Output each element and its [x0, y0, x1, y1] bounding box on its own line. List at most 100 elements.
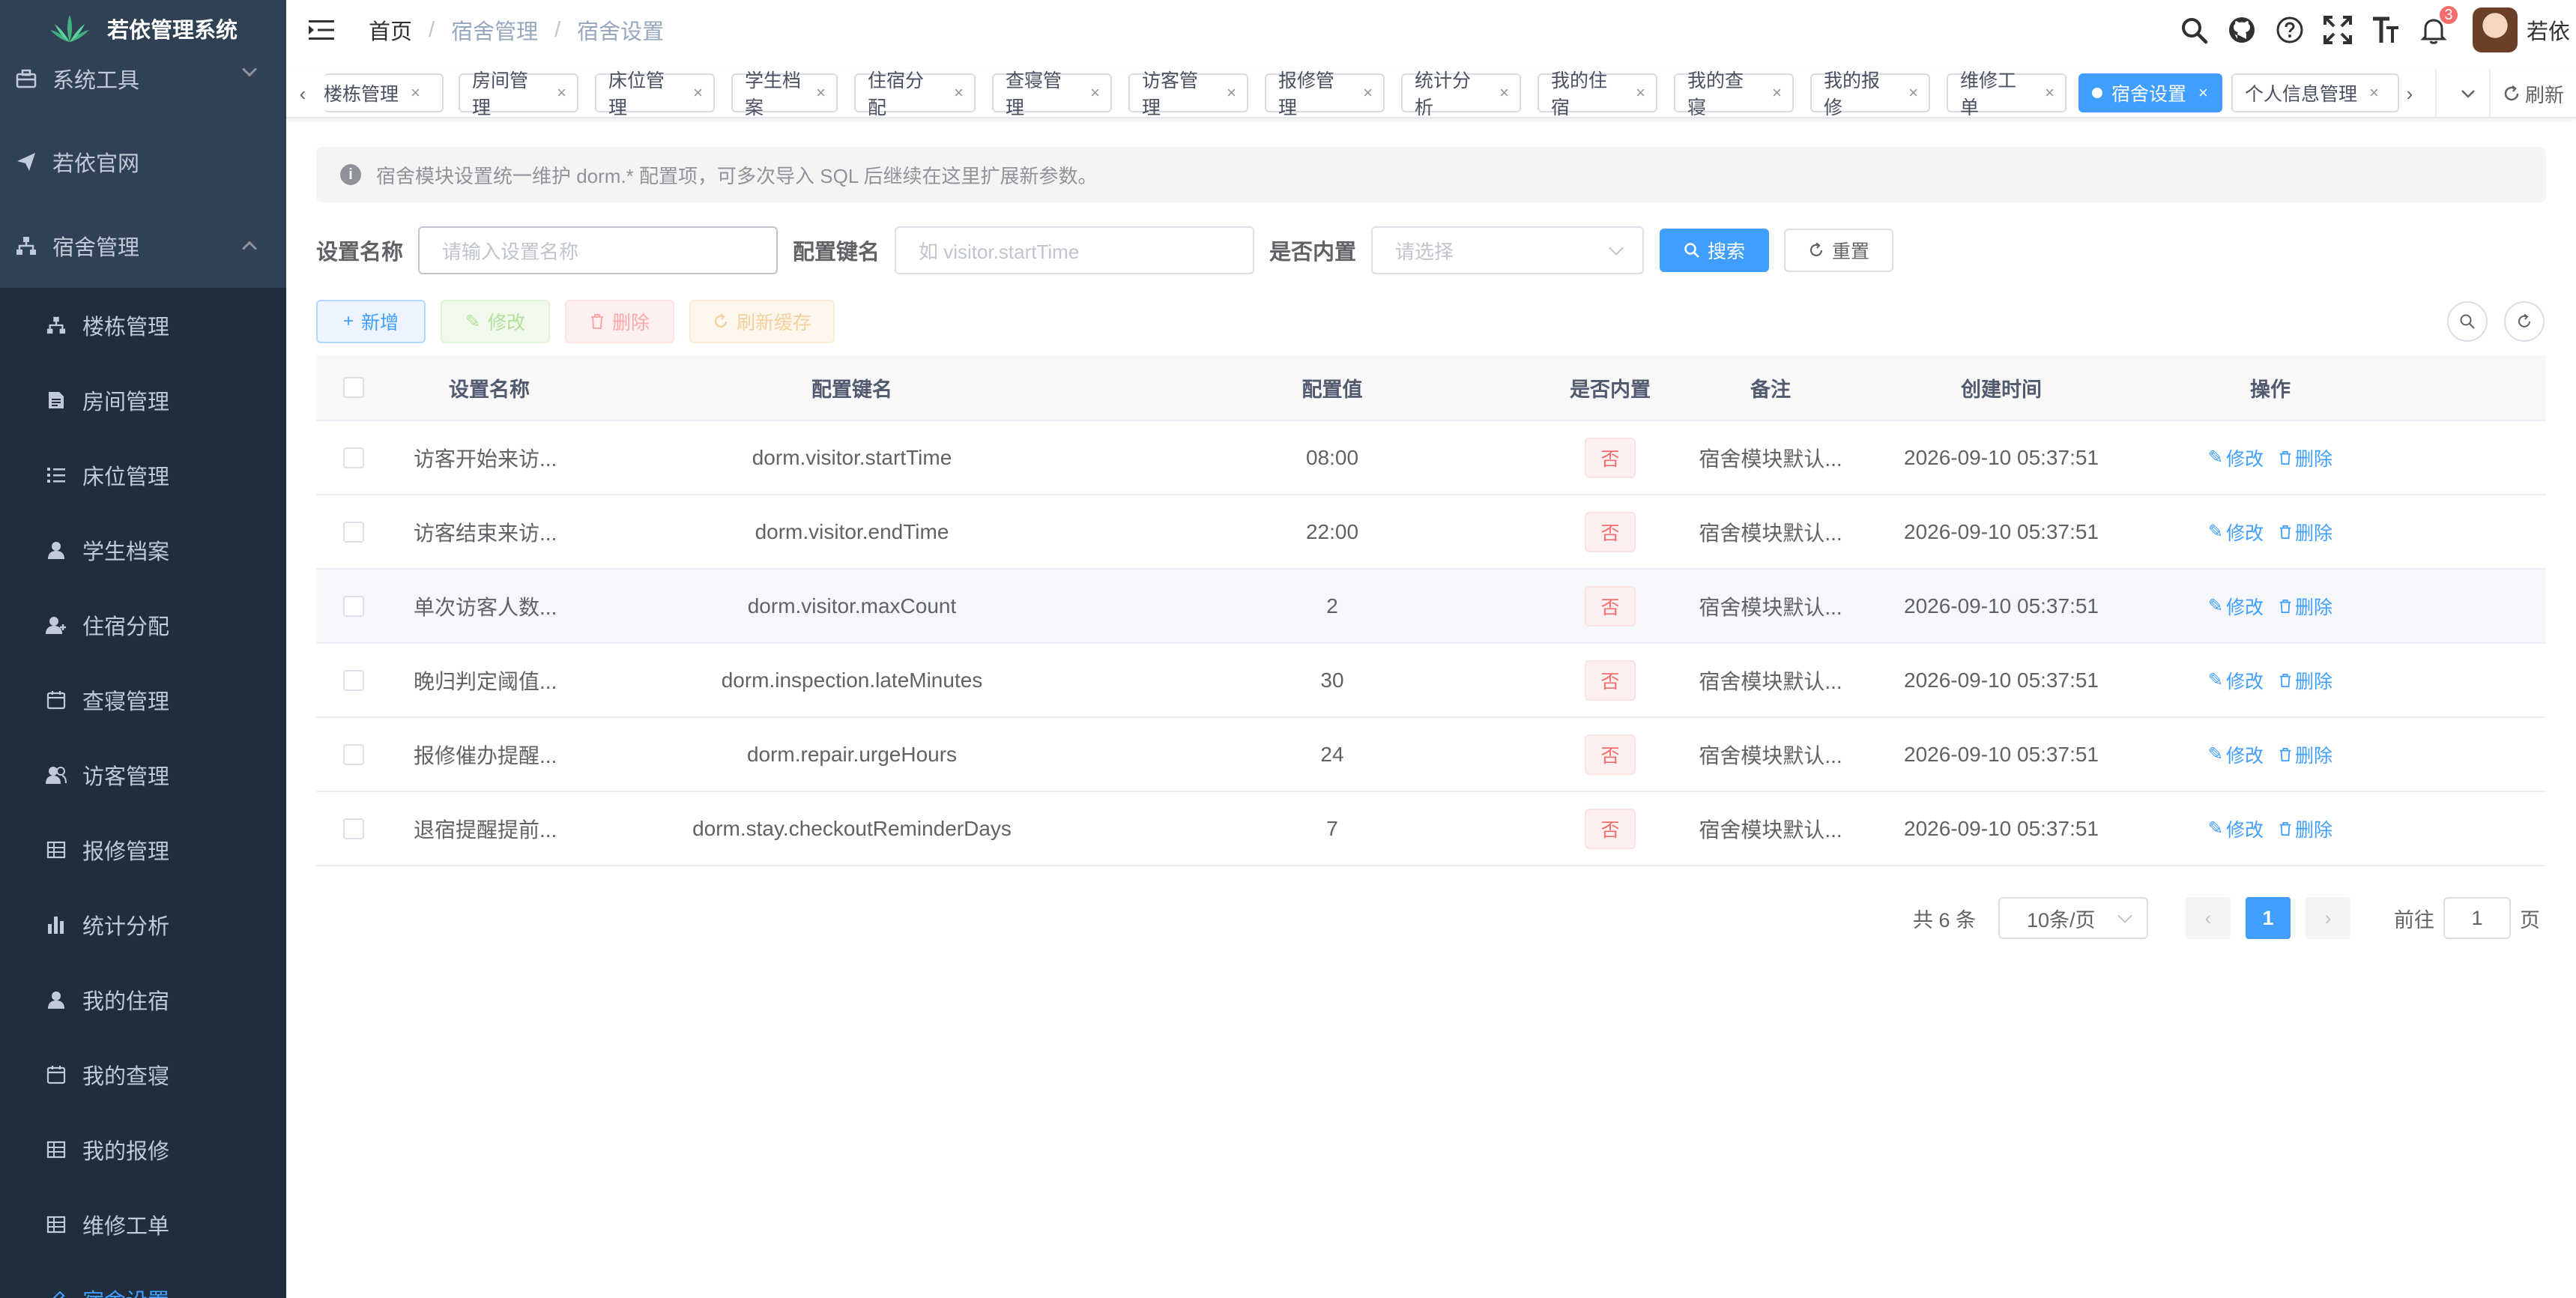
refresh-cache-button[interactable]: 刷新缓存 [689, 300, 835, 343]
sidebar-item-my-repair[interactable]: 我的报修 [0, 1112, 286, 1187]
fullscreen-icon[interactable] [2323, 15, 2353, 45]
row-checkbox[interactable] [343, 743, 364, 765]
sidebar-item-room[interactable]: 房间管理 [0, 363, 286, 438]
row-select-cell[interactable] [316, 421, 391, 494]
sidebar-item-work-order[interactable]: 维修工单 [0, 1187, 286, 1262]
sidebar-item-building[interactable]: 楼栋管理 [0, 288, 286, 363]
search-button[interactable]: 搜索 [1660, 229, 1769, 272]
close-icon[interactable]: × [557, 83, 566, 103]
tag-1[interactable]: 楼栋管理 × [324, 73, 444, 112]
row-edit-button[interactable]: ✎ 修改 [2208, 741, 2264, 768]
refresh-table-button[interactable] [2504, 301, 2545, 342]
avatar[interactable] [2472, 7, 2518, 52]
edit-button[interactable]: ✎ 修改 [441, 300, 550, 343]
github-icon[interactable] [2227, 15, 2257, 45]
tags-scroll-left-icon[interactable]: ‹ [288, 73, 318, 114]
select-all-checkbox[interactable] [343, 377, 364, 398]
close-icon[interactable]: × [1090, 83, 1100, 103]
tag-4[interactable]: 学生档案 × [731, 70, 838, 118]
add-button[interactable]: + 新增 [316, 300, 426, 343]
row-checkbox[interactable] [343, 818, 364, 839]
row-checkbox[interactable] [343, 521, 364, 543]
row-select-cell[interactable] [316, 792, 391, 865]
close-icon[interactable]: × [1227, 83, 1236, 103]
tags-scroll-right-icon[interactable]: › [2395, 73, 2425, 114]
row-select-cell[interactable] [316, 495, 391, 568]
bell-icon[interactable]: 3 [2419, 4, 2459, 45]
sidebar-item-student[interactable]: 学生档案 [0, 513, 286, 588]
row-edit-button[interactable]: ✎ 修改 [2208, 519, 2264, 546]
tag-14[interactable]: 宿舍设置 × [2078, 73, 2222, 112]
row-delete-button[interactable]: 删除 [2279, 519, 2332, 546]
sidebar-item-inspection[interactable]: 查寝管理 [0, 662, 286, 737]
close-icon[interactable]: × [1908, 83, 1918, 103]
reset-button[interactable]: 重置 [1784, 229, 1893, 272]
row-select-cell[interactable] [316, 570, 391, 642]
close-icon[interactable]: × [1772, 83, 1782, 103]
page-number[interactable]: 1 [2246, 897, 2291, 939]
row-edit-button[interactable]: ✎ 修改 [2208, 593, 2264, 620]
tag-9[interactable]: 统计分析 × [1401, 70, 1521, 118]
page-size-select[interactable]: 10条/页 [1998, 897, 2148, 939]
prev-page-button[interactable]: ‹ [2186, 897, 2231, 939]
tag-6[interactable]: 查寝管理 × [992, 70, 1112, 118]
tag-13[interactable]: 维修工单 × [1947, 70, 2066, 118]
config-key-input[interactable]: 如 visitor.startTime [895, 226, 1254, 274]
row-edit-button[interactable]: ✎ 修改 [2208, 444, 2264, 471]
sidebar-item-my-stay[interactable]: 我的住宿 [0, 962, 286, 1037]
tags-dropdown-icon[interactable] [2453, 73, 2483, 114]
row-delete-button[interactable]: 删除 [2279, 444, 2332, 471]
search-icon[interactable] [2179, 15, 2209, 45]
user-name[interactable]: 若依 [2527, 14, 2570, 46]
header-select-all[interactable] [316, 355, 391, 420]
builtin-select[interactable]: 请选择 [1371, 226, 1644, 274]
close-icon[interactable]: × [1636, 83, 1645, 103]
row-delete-button[interactable]: 删除 [2279, 593, 2332, 620]
tag-15[interactable]: 个人信息管理 × [2231, 73, 2399, 112]
close-icon[interactable]: × [816, 83, 826, 103]
close-icon[interactable]: × [2045, 83, 2055, 103]
sidebar-item-my-inspection[interactable]: 我的查寝 [0, 1037, 286, 1112]
tag-2[interactable]: 房间管理 × [459, 70, 578, 118]
sidebar-item-visitor[interactable]: 访客管理 [0, 737, 286, 812]
row-edit-button[interactable]: ✎ 修改 [2208, 815, 2264, 842]
close-icon[interactable]: × [1499, 83, 1509, 103]
tag-8[interactable]: 报修管理 × [1265, 70, 1385, 118]
breadcrumb-home[interactable]: 首页 [369, 14, 412, 46]
next-page-button[interactable]: › [2306, 897, 2350, 939]
close-icon[interactable]: × [2198, 83, 2208, 103]
close-icon[interactable]: × [2369, 83, 2379, 103]
delete-button[interactable]: 删除 [565, 300, 674, 343]
goto-page-input[interactable]: 1 [2443, 897, 2511, 939]
tag-7[interactable]: 访客管理 × [1128, 70, 1248, 118]
row-delete-button[interactable]: 删除 [2279, 667, 2332, 694]
hamburger-icon[interactable] [309, 19, 334, 40]
help-icon[interactable] [2275, 15, 2305, 45]
tag-12[interactable]: 我的报修 × [1810, 70, 1930, 118]
row-delete-button[interactable]: 删除 [2279, 815, 2332, 842]
tag-11[interactable]: 我的查寝 × [1674, 70, 1794, 118]
row-checkbox[interactable] [343, 669, 364, 691]
row-edit-button[interactable]: ✎ 修改 [2208, 667, 2264, 694]
sidebar-item-bed[interactable]: 床位管理 [0, 438, 286, 513]
close-icon[interactable]: × [693, 83, 703, 103]
close-icon[interactable]: × [1363, 83, 1373, 103]
sidebar-item-allocation[interactable]: 住宿分配 [0, 588, 286, 662]
row-delete-button[interactable]: 删除 [2279, 741, 2332, 768]
tag-5[interactable]: 住宿分配 × [854, 70, 976, 118]
sidebar-item-dorm-settings[interactable]: 宿舍设置 [0, 1262, 286, 1298]
close-icon[interactable]: × [954, 83, 964, 103]
setting-name-input[interactable]: 请输入设置名称 [418, 226, 778, 274]
tag-3[interactable]: 床位管理 × [595, 70, 715, 118]
row-select-cell[interactable] [316, 718, 391, 791]
sidebar-item-dorm-management[interactable]: 宿舍管理 [0, 204, 286, 288]
toggle-search-button[interactable] [2447, 301, 2488, 342]
sidebar-item-system-tools[interactable]: 系统工具 [0, 36, 286, 118]
row-checkbox[interactable] [343, 447, 364, 468]
row-select-cell[interactable] [316, 644, 391, 716]
sidebar-item-statistics[interactable]: 统计分析 [0, 887, 286, 962]
sidebar-item-repair[interactable]: 报修管理 [0, 812, 286, 887]
sidebar-item-official-site[interactable]: 若依官网 [0, 120, 286, 204]
row-checkbox[interactable] [343, 595, 364, 617]
close-icon[interactable]: × [411, 83, 420, 103]
